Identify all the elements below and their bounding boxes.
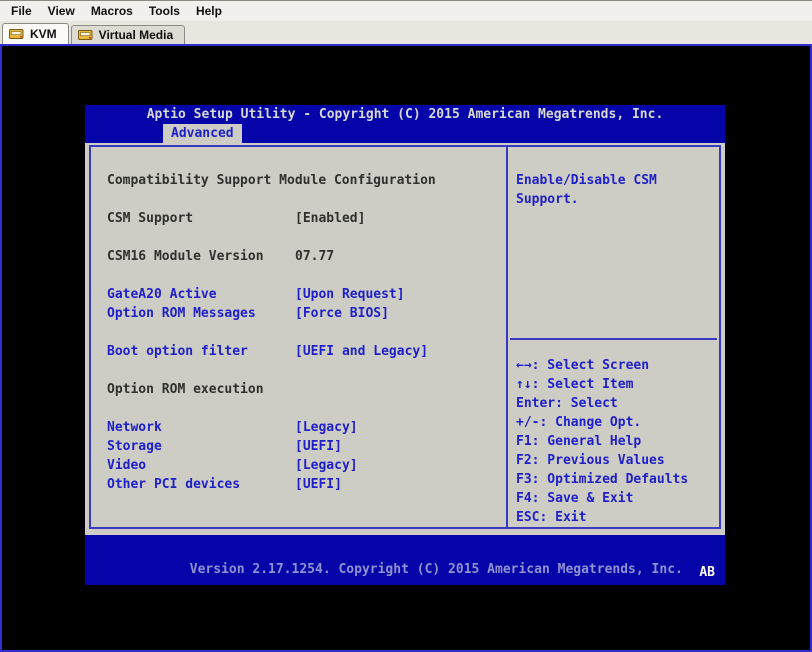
bios-setup-screen: Aptio Setup Utility - Copyright (C) 2015… bbox=[85, 105, 725, 585]
bios-item-label: Boot option filter bbox=[107, 342, 295, 361]
bios-item-value: [Enabled] bbox=[295, 211, 365, 226]
tab-bar: KVM Virtual Media bbox=[0, 21, 812, 44]
remote-console-screen[interactable]: Aptio Setup Utility - Copyright (C) 2015… bbox=[0, 44, 812, 652]
bios-item-label: GateA20 Active bbox=[107, 285, 295, 304]
bios-version-text: Version 2.17.1254. Copyright (C) 2015 Am… bbox=[190, 562, 683, 577]
legend-line: F1: General Help bbox=[516, 432, 711, 451]
legend-line: ↑↓: Select Item bbox=[516, 375, 711, 394]
bios-item[interactable]: Video[Legacy] bbox=[107, 456, 506, 475]
bios-item-value: [Legacy] bbox=[295, 420, 358, 435]
menu-file[interactable]: File bbox=[3, 2, 40, 21]
bios-help-text: Enable/Disable CSM Support. bbox=[516, 171, 711, 338]
bios-item[interactable]: GateA20 Active[Upon Request] bbox=[107, 285, 506, 304]
virtual-media-tab-icon bbox=[78, 28, 94, 41]
tab-virtual-media-label: Virtual Media bbox=[99, 28, 173, 42]
bios-body: Compatibility Support Module Configurati… bbox=[85, 143, 725, 535]
bios-item-value: [UEFI] bbox=[295, 439, 342, 454]
bios-header: Aptio Setup Utility - Copyright (C) 2015… bbox=[85, 105, 725, 143]
bios-item[interactable]: Boot option filter[UEFI and Legacy] bbox=[107, 342, 506, 361]
bios-item: Compatibility Support Module Configurati… bbox=[107, 171, 506, 190]
bios-items: Compatibility Support Module Configurati… bbox=[91, 147, 508, 527]
menu-macros[interactable]: Macros bbox=[83, 2, 141, 21]
bios-item[interactable]: Network[Legacy] bbox=[107, 418, 506, 437]
bios-help-panel: Enable/Disable CSM Support. ←→: Select S… bbox=[508, 147, 719, 527]
bios-item-label: Other PCI devices bbox=[107, 475, 295, 494]
bios-item[interactable]: Other PCI devices[UEFI] bbox=[107, 475, 506, 494]
tab-kvm[interactable]: KVM bbox=[2, 23, 69, 44]
menu-help[interactable]: Help bbox=[188, 2, 230, 21]
legend-line: ←→: Select Screen bbox=[516, 356, 711, 375]
bios-item-value: [UEFI] bbox=[295, 477, 342, 492]
bios-item-label: Storage bbox=[107, 437, 295, 456]
bios-item: Option ROM execution bbox=[107, 380, 506, 399]
bios-item-label: CSM16 Module Version bbox=[107, 247, 295, 266]
bios-item-label: Compatibility Support Module Configurati… bbox=[107, 171, 295, 190]
bios-item[interactable]: Option ROM Messages[Force BIOS] bbox=[107, 304, 506, 323]
menu-bar: File View Macros Tools Help bbox=[0, 0, 812, 21]
kvm-tab-icon bbox=[9, 27, 25, 40]
legend-line: +/-: Change Opt. bbox=[516, 413, 711, 432]
tab-kvm-label: KVM bbox=[30, 27, 57, 41]
bios-footer: Version 2.17.1254. Copyright (C) 2015 Am… bbox=[85, 535, 725, 585]
bios-tab-advanced[interactable]: Advanced bbox=[163, 124, 242, 143]
bios-panel-box: Compatibility Support Module Configurati… bbox=[89, 145, 721, 529]
bios-item-label: Network bbox=[107, 418, 295, 437]
tab-virtual-media[interactable]: Virtual Media bbox=[71, 25, 185, 44]
kvm-viewer-window: File View Macros Tools Help KVM Virtual … bbox=[0, 0, 812, 652]
bios-item-value: 07.77 bbox=[295, 249, 334, 264]
bios-item-label: Video bbox=[107, 456, 295, 475]
bios-item-value: [UEFI and Legacy] bbox=[295, 344, 428, 359]
bios-item-value: [Force BIOS] bbox=[295, 306, 389, 321]
bios-title: Aptio Setup Utility - Copyright (C) 2015… bbox=[85, 105, 725, 124]
bios-item-label: Option ROM execution bbox=[107, 380, 295, 399]
bios-item[interactable]: CSM Support[Enabled] bbox=[107, 209, 506, 228]
bios-item[interactable]: Storage[UEFI] bbox=[107, 437, 506, 456]
menu-view[interactable]: View bbox=[40, 2, 83, 21]
legend-line: F4: Save & Exit bbox=[516, 489, 711, 508]
legend-line: F2: Previous Values bbox=[516, 451, 711, 470]
bios-item-value: [Legacy] bbox=[295, 458, 358, 473]
bios-item: CSM16 Module Version07.77 bbox=[107, 247, 506, 266]
bios-item-value: [Upon Request] bbox=[295, 287, 405, 302]
menu-tools[interactable]: Tools bbox=[141, 2, 188, 21]
bios-key-legend: ←→: Select Screen↑↓: Select ItemEnter: S… bbox=[516, 340, 711, 527]
legend-line: ESC: Exit bbox=[516, 508, 711, 527]
bios-menu-row: Advanced bbox=[85, 124, 725, 143]
bios-item-label: CSM Support bbox=[107, 209, 295, 228]
legend-line: F3: Optimized Defaults bbox=[516, 470, 711, 489]
bios-footer-indicator: AB bbox=[699, 565, 715, 580]
legend-line: Enter: Select bbox=[516, 394, 711, 413]
bios-item-label: Option ROM Messages bbox=[107, 304, 295, 323]
